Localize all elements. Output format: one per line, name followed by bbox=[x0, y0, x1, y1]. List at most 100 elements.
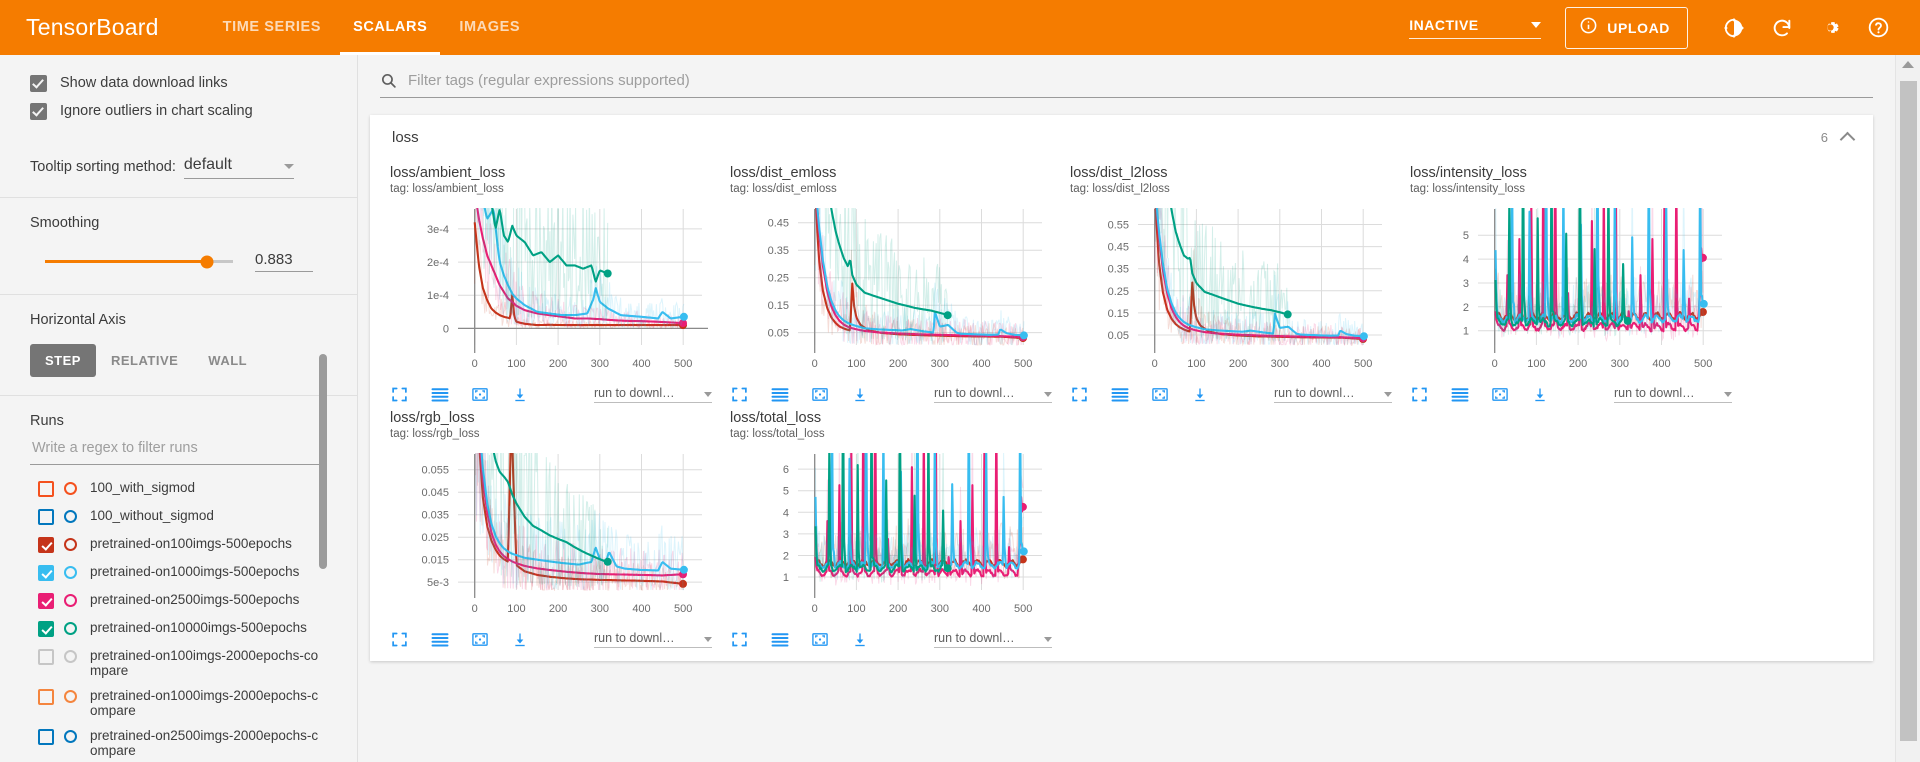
tab-time-series[interactable]: TIME SERIES bbox=[210, 0, 334, 55]
smoothing-slider-handle[interactable] bbox=[200, 255, 214, 268]
fit-domain-icon[interactable] bbox=[810, 385, 829, 404]
run-list-item[interactable]: pretrained-on1000imgs-500epochs bbox=[0, 559, 357, 587]
upload-button[interactable]: UPLOAD bbox=[1565, 6, 1688, 49]
download-icon[interactable] bbox=[850, 630, 869, 649]
run-color-circle-icon[interactable] bbox=[64, 730, 77, 743]
chevron-up-icon[interactable] bbox=[1839, 131, 1856, 148]
download-run-select[interactable]: run to downl… bbox=[934, 631, 1052, 648]
scroll-up-arrow-icon[interactable] bbox=[1902, 61, 1914, 68]
run-color-circle-icon[interactable] bbox=[64, 622, 77, 635]
fit-domain-icon[interactable] bbox=[470, 385, 489, 404]
checkbox-checked-icon[interactable] bbox=[30, 74, 47, 92]
tag-filter-field[interactable] bbox=[380, 71, 1873, 98]
brightness-icon[interactable] bbox=[1721, 15, 1747, 41]
lines-icon[interactable] bbox=[1110, 385, 1129, 404]
download-icon[interactable] bbox=[850, 385, 869, 404]
run-list-item[interactable]: pretrained-on100imgs-2000epochs-compare bbox=[0, 643, 357, 683]
runs-list[interactable]: 100_with_sigmod 100_without_sigmodpretrai… bbox=[0, 475, 357, 762]
haxis-option-step[interactable]: STEP bbox=[30, 344, 96, 377]
download-icon[interactable] bbox=[510, 630, 529, 649]
haxis-option-wall[interactable]: WALL bbox=[193, 344, 262, 377]
svg-text:100: 100 bbox=[847, 603, 865, 615]
smoothing-slider[interactable] bbox=[45, 255, 233, 268]
loss-group-header[interactable]: loss 6 bbox=[370, 115, 1873, 159]
run-color-circle-icon[interactable] bbox=[64, 510, 77, 523]
runs-list-scrollbar[interactable] bbox=[319, 354, 327, 569]
chart-plot[interactable]: 0.05 0.15 0.25 0.35 0.45 0 100 200 300 400 500 bbox=[730, 201, 1052, 379]
run-checkbox[interactable] bbox=[38, 621, 54, 637]
run-list-item[interactable]: pretrained-on2500imgs-500epochs bbox=[0, 587, 357, 615]
show-download-links-checkbox-row[interactable]: Show data download links bbox=[0, 69, 357, 97]
lines-icon[interactable] bbox=[1450, 385, 1469, 404]
checkbox-checked-icon[interactable] bbox=[30, 102, 47, 120]
download-icon[interactable] bbox=[510, 385, 529, 404]
run-color-circle-icon[interactable] bbox=[64, 538, 77, 551]
expand-icon[interactable] bbox=[1410, 385, 1429, 404]
run-checkbox[interactable] bbox=[38, 509, 54, 525]
chart-plot[interactable]: 0 1e-4 2e-4 3e-4 0 100 200 300 400 500 bbox=[390, 201, 712, 379]
run-list-item[interactable]: pretrained-on1000imgs-2000epochs-compare bbox=[0, 683, 357, 723]
tab-scalars[interactable]: SCALARS bbox=[340, 0, 441, 55]
runs-filter-field[interactable] bbox=[30, 439, 327, 465]
run-checkbox[interactable] bbox=[38, 481, 54, 497]
fit-domain-icon[interactable] bbox=[470, 630, 489, 649]
run-status-select[interactable]: INACTIVE bbox=[1409, 17, 1542, 39]
run-color-circle-icon[interactable] bbox=[64, 594, 77, 607]
run-checkbox[interactable] bbox=[38, 729, 54, 745]
expand-icon[interactable] bbox=[730, 630, 749, 649]
chart-plot[interactable]: 1 2 3 4 5 0 100 200 300 400 500 bbox=[1410, 201, 1732, 379]
help-circle-icon[interactable] bbox=[1865, 15, 1891, 41]
run-checkbox[interactable] bbox=[38, 689, 54, 705]
fit-domain-icon[interactable] bbox=[1150, 385, 1169, 404]
run-list-item[interactable]: pretrained-on10000imgs-500epochs bbox=[0, 615, 357, 643]
run-color-circle-icon[interactable] bbox=[64, 482, 77, 495]
tab-images[interactable]: IMAGES bbox=[446, 0, 533, 55]
expand-icon[interactable] bbox=[730, 385, 749, 404]
run-list-item[interactable]: pretrained-on2500imgs-2000epochs-compare bbox=[0, 723, 357, 762]
run-color-circle-icon[interactable] bbox=[64, 650, 77, 663]
run-color-circle-icon[interactable] bbox=[64, 566, 77, 579]
settings-gear-icon[interactable] bbox=[1817, 15, 1843, 41]
run-list-item[interactable]: pretrained-on100imgs-500epochs bbox=[0, 531, 357, 559]
download-run-select[interactable]: run to downl… bbox=[594, 386, 712, 403]
run-color-circle-icon[interactable] bbox=[64, 690, 77, 703]
chart-plot[interactable]: 0.05 0.15 0.25 0.35 0.45 0.55 0 100 200 300 400 500 bbox=[1070, 201, 1392, 379]
lines-icon[interactable] bbox=[770, 385, 789, 404]
tag-filter-input[interactable] bbox=[406, 71, 1873, 90]
fit-domain-icon[interactable] bbox=[1490, 385, 1509, 404]
runs-filter-input[interactable] bbox=[30, 439, 327, 457]
tooltip-sorting-select[interactable]: default bbox=[183, 156, 294, 179]
lines-icon[interactable] bbox=[430, 385, 449, 404]
download-run-value: run to downl… bbox=[1614, 386, 1695, 400]
haxis-option-relative[interactable]: RELATIVE bbox=[96, 344, 193, 377]
run-checkbox[interactable] bbox=[38, 649, 54, 665]
expand-icon[interactable] bbox=[390, 630, 409, 649]
svg-text:500: 500 bbox=[674, 603, 692, 615]
run-checkbox[interactable] bbox=[38, 565, 54, 581]
download-run-select[interactable]: run to downl… bbox=[1614, 386, 1732, 403]
chart-plot[interactable]: 5e-3 0.015 0.025 0.035 0.045 0.055 0 100 200 300 4… bbox=[390, 446, 712, 624]
svg-text:0.15: 0.15 bbox=[768, 300, 789, 312]
download-run-select[interactable]: run to downl… bbox=[934, 386, 1052, 403]
download-run-select[interactable]: run to downl… bbox=[1274, 386, 1392, 403]
lines-icon[interactable] bbox=[430, 630, 449, 649]
ignore-outliers-checkbox-row[interactable]: Ignore outliers in chart scaling bbox=[0, 97, 357, 125]
fit-domain-icon[interactable] bbox=[810, 630, 829, 649]
page-scrollbar-thumb[interactable] bbox=[1900, 81, 1917, 741]
chart-plot[interactable]: 1 2 3 4 5 6 0 100 200 300 400 500 bbox=[730, 446, 1052, 624]
run-checkbox[interactable] bbox=[38, 537, 54, 553]
run-label: pretrained-on100imgs-500epochs bbox=[90, 536, 292, 551]
svg-text:1: 1 bbox=[1463, 326, 1469, 338]
page-scrollbar[interactable] bbox=[1895, 55, 1920, 762]
lines-icon[interactable] bbox=[770, 630, 789, 649]
download-icon[interactable] bbox=[1530, 385, 1549, 404]
expand-icon[interactable] bbox=[1070, 385, 1089, 404]
run-checkbox[interactable] bbox=[38, 593, 54, 609]
smoothing-value-input[interactable]: 0.883 bbox=[255, 251, 313, 272]
download-run-select[interactable]: run to downl… bbox=[594, 631, 712, 648]
refresh-icon[interactable] bbox=[1769, 15, 1795, 41]
expand-icon[interactable] bbox=[390, 385, 409, 404]
run-list-item[interactable]: 100_without_sigmod bbox=[0, 503, 357, 531]
run-list-item[interactable]: 100_with_sigmod bbox=[0, 475, 357, 503]
download-icon[interactable] bbox=[1190, 385, 1209, 404]
